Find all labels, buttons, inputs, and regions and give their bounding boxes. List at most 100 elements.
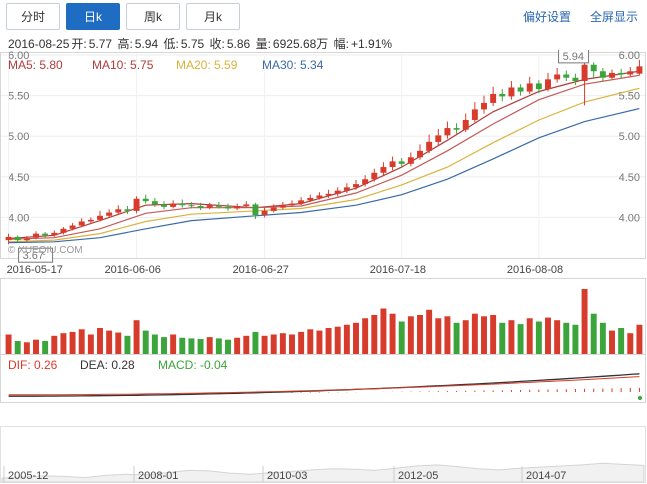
volume-bar: [106, 330, 113, 354]
candle-body: [289, 203, 295, 206]
volume-bar: [60, 333, 67, 354]
ma-line-ma10: [8, 74, 640, 240]
price-tick-left: 4.50: [8, 172, 29, 184]
candle-body: [179, 203, 186, 206]
date-label: 2016-05-17: [7, 264, 63, 276]
volume-bar: [188, 338, 195, 354]
candle-body: [42, 233, 49, 236]
candle-body: [471, 109, 478, 120]
volume-bar: [572, 324, 579, 354]
candle-body: [124, 209, 131, 211]
tab-intraday[interactable]: 分时: [6, 3, 60, 30]
macd-dif-line: [8, 373, 640, 397]
open-value: 5.77: [88, 37, 113, 51]
open-label: 开:: [71, 37, 87, 51]
macd-legend-dea: DEA: 0.28: [80, 358, 135, 372]
volume-bar: [371, 315, 378, 354]
candle-body: [353, 184, 359, 188]
candle-body: [133, 198, 140, 211]
candle-body: [590, 64, 597, 72]
candle-body: [490, 93, 497, 103]
low-value: 5.75: [180, 37, 205, 51]
candle-body: [481, 102, 487, 110]
candle-body: [188, 205, 195, 207]
volume-bar: [453, 322, 460, 354]
candle-body: [170, 203, 177, 207]
macd-end-dot: [638, 396, 642, 400]
candle-body: [225, 206, 231, 209]
ma-legend-ma20: MA20: 5.59: [176, 58, 238, 72]
overview-date-label: 2012-05: [398, 470, 438, 482]
volume-bar: [444, 316, 451, 354]
volume-bar: [23, 342, 30, 354]
volume-bar: [289, 334, 295, 354]
volume-bar: [599, 322, 606, 354]
quote-date: 2016-08-25: [8, 37, 70, 51]
candle-body: [261, 210, 268, 215]
candle-body: [462, 119, 469, 130]
ma-legend-ma5: MA5: 5.80: [8, 58, 63, 72]
candle-body: [215, 205, 222, 207]
volume-bar: [197, 339, 204, 354]
volume-bar: [499, 322, 506, 354]
candle-body: [115, 209, 122, 213]
change-label: 幅:: [333, 37, 349, 51]
overview-date-label: 2008-01: [138, 470, 178, 482]
volume-bar: [517, 324, 524, 354]
candle-body: [298, 200, 305, 204]
change-value: +1.91%: [351, 37, 393, 51]
price-tick-right: 4.00: [619, 212, 640, 224]
volume-bar: [215, 338, 222, 354]
volume-bar: [462, 320, 469, 354]
candle-body: [572, 77, 579, 81]
candle-body: [206, 205, 213, 208]
volume-bar: [618, 328, 625, 354]
tab-weekly-k[interactable]: 周k: [126, 3, 180, 30]
price-tick-left: 5.00: [8, 131, 29, 143]
overview-date-label: 2005-12: [8, 470, 48, 482]
volume-bar: [554, 320, 561, 354]
volume-bar: [581, 289, 588, 354]
price-tick-right: 4.50: [619, 172, 640, 184]
candle-body: [60, 228, 67, 233]
volume-bar: [627, 333, 634, 354]
candle-body: [508, 87, 515, 97]
volume-bar: [343, 324, 350, 354]
candle-body: [599, 71, 606, 78]
date-label: 2016-07-18: [370, 264, 426, 276]
fullscreen-link[interactable]: 全屏显示: [590, 8, 638, 25]
candle-body: [362, 179, 369, 185]
candle-body: [270, 207, 277, 211]
volume-bar: [535, 321, 542, 354]
volume-bar: [545, 317, 551, 354]
stock-k-line-chart[interactable]: 6.00 6.005.50 5.505.00 5.004.50 4.504.00 4.00…: [0, 50, 647, 484]
candle-body: [636, 66, 643, 74]
volume-bar: [261, 335, 268, 354]
candle-body: [106, 212, 113, 216]
volume-bar: [325, 328, 332, 354]
candle-body: [316, 195, 323, 198]
candle-body: [563, 74, 570, 78]
volume-bar: [33, 339, 39, 354]
volume-bar: [298, 331, 305, 354]
volume-bar: [398, 321, 405, 354]
low-label: 低:: [163, 37, 179, 51]
volume-bar: [307, 329, 314, 354]
volume-bar: [353, 322, 359, 354]
volume-bar: [69, 331, 76, 354]
volume-bar: [252, 331, 259, 354]
volume-bar: [234, 337, 241, 354]
candle-body: [380, 167, 387, 173]
volume-bar: [270, 334, 277, 354]
volume-bar: [87, 334, 94, 354]
tab-monthly-k[interactable]: 月k: [186, 3, 240, 30]
tab-daily-k[interactable]: 日k: [66, 3, 120, 30]
volume-bar: [14, 341, 21, 354]
preferences-link[interactable]: 偏好设置: [523, 8, 571, 25]
candle-body: [407, 157, 414, 164]
ma-legend-ma10: MA10: 5.75: [92, 58, 154, 72]
volume-bar: [636, 324, 643, 354]
ma-line-ma5: [8, 70, 640, 240]
volume-bar: [389, 313, 396, 354]
volume-bar: [279, 333, 286, 354]
